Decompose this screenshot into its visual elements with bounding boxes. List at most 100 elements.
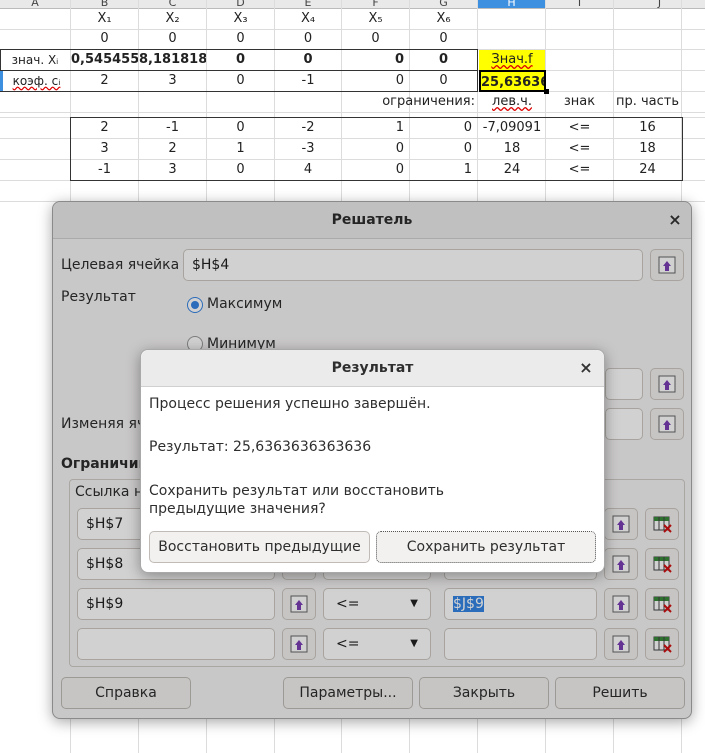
restore-previous-button[interactable]: Восстановить предыдущие (149, 531, 370, 563)
constraint-cell[interactable]: 0 (410, 118, 472, 138)
cell-znach-value[interactable]: 0 (207, 50, 274, 70)
cell-zero[interactable]: 0 (71, 29, 138, 49)
cell-znach-value[interactable]: 0 (410, 50, 477, 70)
column-header-d[interactable]: D (207, 0, 275, 9)
options-button[interactable]: Параметры... (283, 677, 413, 709)
delete-constraint-button[interactable] (645, 588, 679, 620)
cell-var-header[interactable]: X₂ (139, 9, 206, 29)
solve-button[interactable]: Решить (555, 677, 685, 709)
constraint-operator-select[interactable]: <= ▼ (323, 588, 431, 620)
column-header-h[interactable]: H (478, 0, 546, 9)
constraint-value-shrink-button[interactable] (604, 628, 638, 660)
cell-koef-value[interactable]: 0 (342, 71, 404, 91)
constraint-cell[interactable]: 24 (614, 160, 681, 180)
column-header-b[interactable]: B (71, 0, 139, 9)
cell-znach-label[interactable]: знач. Xᵢ (0, 50, 70, 70)
constraint-value-input[interactable] (444, 628, 597, 660)
help-button[interactable]: Справка (61, 677, 191, 709)
column-header-i[interactable]: I (546, 0, 614, 9)
cell-zero[interactable]: 0 (139, 29, 206, 49)
cell-constraint-header[interactable]: знак (546, 92, 613, 112)
constraint-cell[interactable]: 0 (207, 160, 274, 180)
cell-koef-value[interactable]: 0 (410, 71, 477, 91)
delete-constraint-button[interactable] (645, 508, 679, 540)
constraint-cell[interactable]: 1 (342, 118, 404, 138)
constraint-ref-shrink-button[interactable] (282, 628, 316, 660)
constraint-ref-input[interactable] (77, 628, 275, 660)
delete-constraint-button[interactable] (645, 628, 679, 660)
close-button[interactable]: Закрыть (419, 677, 549, 709)
column-header-f[interactable]: F (342, 0, 410, 9)
constraint-cell[interactable]: 1 (410, 160, 472, 180)
constraint-cell[interactable]: <= (546, 118, 613, 138)
cell-znach-value[interactable]: 8,181818 (139, 50, 206, 70)
delete-constraint-button[interactable] (645, 548, 679, 580)
constraint-cell[interactable]: 3 (139, 160, 206, 180)
column-header-j[interactable]: J (614, 0, 705, 9)
constraint-value-shrink-button[interactable] (604, 588, 638, 620)
constraint-cell[interactable]: 24 (479, 160, 545, 180)
column-header-e[interactable]: E (275, 0, 342, 9)
constraint-cell[interactable]: -1 (71, 160, 138, 180)
constraint-value-shrink-button[interactable] (604, 508, 638, 540)
constraint-cell[interactable]: 0 (207, 118, 274, 138)
cell-zero[interactable]: 0 (275, 29, 341, 49)
cell-zero[interactable]: 0 (410, 29, 477, 49)
cell-zero[interactable]: 0 (342, 29, 409, 49)
constraint-cell[interactable]: -7,09091 (479, 118, 545, 138)
cell-znach-f-label[interactable]: Знач.f (479, 50, 545, 70)
constraint-cell[interactable]: <= (546, 160, 613, 180)
constraint-cell[interactable]: 1 (207, 139, 274, 159)
cell-koef-label[interactable]: коэф. cᵢ (3, 71, 70, 91)
constraint-value-shrink-button[interactable] (604, 548, 638, 580)
constraint-cell[interactable]: 0 (410, 139, 472, 159)
value-of-shrink-button[interactable] (650, 368, 684, 400)
column-header-a[interactable]: A (0, 0, 71, 9)
constraint-cell[interactable]: 2 (139, 139, 206, 159)
cell-constraint-header[interactable]: пр. часть (614, 92, 681, 112)
constraint-cell[interactable]: 2 (71, 118, 138, 138)
cell-zero[interactable]: 0 (207, 29, 274, 49)
cell-koef-value[interactable]: 0 (207, 71, 274, 91)
cell-var-header[interactable]: X₅ (342, 9, 409, 29)
constraint-cell[interactable]: -3 (275, 139, 341, 159)
constraint-cell[interactable]: <= (546, 139, 613, 159)
cell-constraints-label[interactable]: ограничения: (342, 92, 475, 112)
cell-constraint-header[interactable]: лев.ч. (479, 92, 545, 112)
target-cell-input[interactable]: $H$4 (183, 249, 643, 281)
constraint-cell[interactable]: -1 (139, 118, 206, 138)
constraint-cell[interactable]: 18 (614, 139, 681, 159)
cell-znach-value[interactable]: 0,545455 (71, 50, 138, 70)
constraint-cell[interactable]: -2 (275, 118, 341, 138)
cell-znach-value[interactable]: 0 (342, 50, 404, 70)
cell-koef-value[interactable]: 2 (71, 71, 138, 91)
cell-znach-value[interactable]: 0 (275, 50, 341, 70)
constraint-ref-shrink-button[interactable] (282, 588, 316, 620)
constraint-cell[interactable]: 4 (275, 160, 341, 180)
result-close-icon[interactable]: × (576, 358, 596, 378)
cell-znach-f-value[interactable]: 25,63636 (479, 70, 546, 92)
constraint-value-input[interactable]: $J$9 (444, 588, 597, 620)
maximum-radio[interactable] (187, 297, 203, 313)
constraint-cell[interactable]: 16 (614, 118, 681, 138)
changing-cells-input[interactable] (605, 408, 643, 440)
save-result-button[interactable]: Сохранить результат (376, 531, 596, 563)
constraint-operator-select[interactable]: <= ▼ (323, 628, 431, 660)
column-header-c[interactable]: C (139, 0, 207, 9)
solver-close-icon[interactable]: × (665, 210, 685, 230)
constraint-cell[interactable]: 3 (71, 139, 138, 159)
value-of-input[interactable] (605, 368, 643, 400)
constraint-cell[interactable]: 0 (342, 160, 404, 180)
column-header-g[interactable]: G (410, 0, 478, 9)
constraint-cell[interactable]: 18 (479, 139, 545, 159)
cell-var-header[interactable]: X₄ (275, 9, 341, 29)
constraint-cell[interactable]: 0 (342, 139, 404, 159)
changing-cells-shrink-button[interactable] (650, 408, 684, 440)
cell-var-header[interactable]: X₁ (71, 9, 138, 29)
cell-var-header[interactable]: X₃ (207, 9, 274, 29)
cell-koef-value[interactable]: -1 (275, 71, 341, 91)
cell-koef-value[interactable]: 3 (139, 71, 206, 91)
cell-var-header[interactable]: X₆ (410, 9, 477, 29)
constraint-ref-input[interactable]: $H$9 (77, 588, 275, 620)
target-cell-shrink-button[interactable] (650, 249, 684, 281)
